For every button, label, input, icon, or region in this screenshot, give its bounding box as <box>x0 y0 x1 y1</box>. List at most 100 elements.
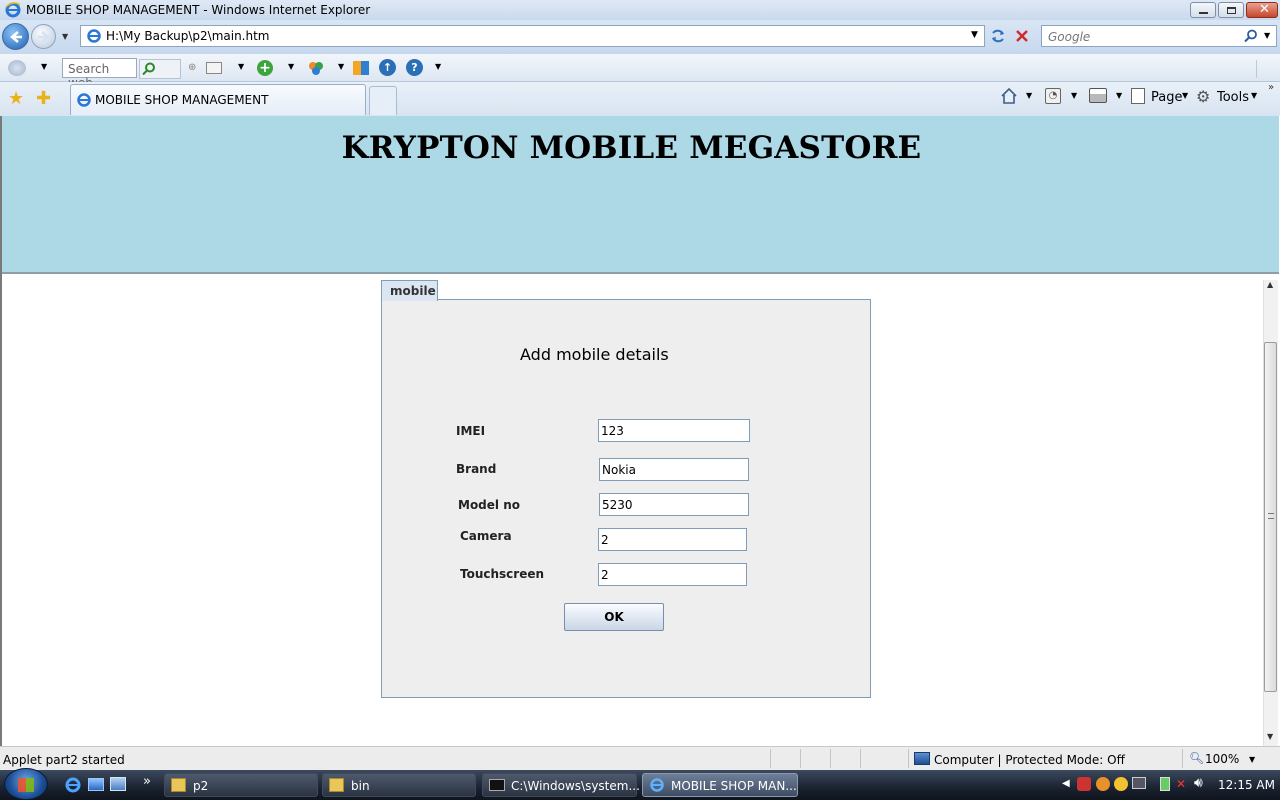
search-options-chevron-icon[interactable]: ▼ <box>1264 31 1270 40</box>
clock[interactable]: 12:15 AM <box>1218 778 1275 792</box>
toolbar-grip-icon <box>1256 60 1274 78</box>
tab-mobile-shop[interactable]: MOBILE SHOP MANAGEMENT <box>70 84 366 115</box>
zoom-chevron-icon[interactable]: ▼ <box>1249 755 1255 764</box>
scroll-up-arrow-icon[interactable]: ▲ <box>1267 280 1273 289</box>
ok-button[interactable]: OK <box>564 603 664 631</box>
address-input[interactable]: H:\My Backup\p2\main.htm ▼ <box>80 25 985 47</box>
address-row: ▼ H:\My Backup\p2\main.htm ▼ Google ▼ <box>0 20 1280 54</box>
refresh-button[interactable] <box>987 25 1009 47</box>
address-dropdown-icon[interactable]: ▼ <box>971 30 978 40</box>
add-favorites-icon[interactable]: ✚ <box>36 88 51 109</box>
zone-text[interactable]: Computer | Protected Mode: Off <box>934 753 1125 767</box>
feeds-icon[interactable]: ◔ <box>1045 88 1061 104</box>
messenger-chevron-icon[interactable]: ▼ <box>338 62 344 71</box>
toolbar-window-chevron-icon[interactable]: ▼ <box>238 62 244 71</box>
status-text: Applet part2 started <box>3 753 125 767</box>
window-title: MOBILE SHOP MANAGEMENT - Windows Interne… <box>26 3 371 17</box>
recent-pages-chevron-icon[interactable]: ▼ <box>62 32 68 41</box>
favorites-star-icon[interactable]: ★ <box>8 88 24 109</box>
more-commands-icon[interactable]: » <box>1268 82 1274 93</box>
page-ie-icon <box>87 29 101 43</box>
computer-zone-icon <box>914 752 930 765</box>
imei-field[interactable]: 123 <box>598 419 750 442</box>
print-chevron-icon[interactable]: ▼ <box>1116 91 1122 100</box>
scroll-down-arrow-icon[interactable]: ▼ <box>1267 732 1273 741</box>
tray-expand-icon[interactable]: ◀ <box>1062 778 1070 789</box>
volume-icon[interactable]: 🔊︎ <box>1194 775 1203 791</box>
zoom-icon[interactable]: 🔍︎ <box>1189 751 1204 765</box>
windows-logo-icon <box>18 778 34 792</box>
status-divider <box>800 749 801 768</box>
feeds-chevron-icon[interactable]: ▼ <box>1071 91 1077 100</box>
minimize-button[interactable] <box>1190 2 1216 18</box>
camera-field[interactable]: 2 <box>598 528 747 551</box>
scroll-grip-icon <box>1268 513 1274 519</box>
home-chevron-icon[interactable]: ▼ <box>1026 91 1032 100</box>
battery-icon[interactable] <box>1160 777 1170 791</box>
toolbar-search-go-button[interactable] <box>139 59 181 79</box>
tools-menu-label[interactable]: Tools <box>1217 90 1249 105</box>
close-button[interactable]: ✕ <box>1246 2 1278 18</box>
print-icon[interactable] <box>1089 88 1107 103</box>
toolbar-window-icon[interactable] <box>206 62 222 74</box>
network-icon[interactable]: ✕ <box>1176 777 1190 791</box>
taskbar-item-bin[interactable]: bin <box>322 773 476 797</box>
tab-row: ★ ✚ MOBILE SHOP MANAGEMENT ▼ ◔ ▼ ▼ Page … <box>0 82 1280 116</box>
new-tab-button[interactable] <box>369 86 397 115</box>
taskbar-item-p2[interactable]: p2 <box>164 773 318 797</box>
show-desktop-icon[interactable] <box>88 778 104 791</box>
search-input[interactable]: Google ▼ <box>1041 25 1277 47</box>
start-button[interactable] <box>4 768 48 800</box>
arrow-up-icon[interactable]: ↑ <box>379 59 396 76</box>
toolbar-search-input[interactable]: Search web... <box>62 58 137 90</box>
add-icon[interactable]: + <box>257 60 273 76</box>
tools-chevron-icon[interactable]: ▼ <box>1251 91 1257 100</box>
scrollbar-thumb[interactable] <box>1264 342 1277 692</box>
page-icon[interactable] <box>1131 88 1145 104</box>
taskbar-item-ie[interactable]: MOBILE SHOP MAN... <box>642 773 798 797</box>
more-quicklaunch-icon[interactable]: » <box>143 774 151 789</box>
touchscreen-label: Touchscreen <box>460 567 545 581</box>
page-menu-label[interactable]: Page <box>1151 90 1182 105</box>
forward-button[interactable] <box>31 24 56 49</box>
tab-mobile-label: mobile <box>390 284 436 298</box>
tiles-icon[interactable] <box>353 61 369 75</box>
toolbar-menu-chevron-icon[interactable]: ▼ <box>41 62 47 71</box>
status-divider <box>1182 749 1183 768</box>
tab-mobile[interactable]: mobile <box>381 280 438 301</box>
toolbar-logo-icon[interactable] <box>8 60 26 76</box>
taskbar-item-label: MOBILE SHOP MAN... <box>671 779 797 793</box>
taskbar-item-cmd[interactable]: C:\Windows\system... <box>482 773 640 797</box>
tray-app-icon[interactable] <box>1114 777 1128 791</box>
zoom-level[interactable]: 100% <box>1205 752 1239 766</box>
folder-icon <box>171 778 186 792</box>
stop-button[interactable] <box>1011 25 1033 47</box>
search-icon[interactable] <box>1244 29 1258 43</box>
tab-ie-icon <box>77 93 91 107</box>
ie-icon <box>650 778 664 792</box>
home-icon[interactable] <box>1000 87 1018 105</box>
tray-app-icon[interactable] <box>1077 777 1091 791</box>
add-chevron-icon[interactable]: ▼ <box>288 62 294 71</box>
model-no-field[interactable]: 5230 <box>599 493 749 516</box>
address-text: H:\My Backup\p2\main.htm <box>106 29 270 43</box>
page-chevron-icon[interactable]: ▼ <box>1182 91 1188 100</box>
help-chevron-icon[interactable]: ▼ <box>435 62 441 71</box>
forward-arrow-icon <box>38 31 50 43</box>
gear-icon[interactable]: ⚙ <box>1196 87 1210 106</box>
help-icon[interactable]: ? <box>406 59 423 76</box>
tray-monitor-icon[interactable] <box>1132 777 1146 789</box>
quicklaunch-ie-icon[interactable] <box>64 776 82 794</box>
toolbar-separator-icon: ⊕ <box>188 62 197 73</box>
switch-windows-icon[interactable] <box>110 777 126 791</box>
restore-button[interactable] <box>1218 2 1244 18</box>
left-border <box>0 116 2 746</box>
brand-label: Brand <box>456 462 497 476</box>
taskbar-item-label: C:\Windows\system... <box>511 779 640 793</box>
tray-app-icon[interactable] <box>1096 777 1110 791</box>
console-icon <box>489 779 505 791</box>
touchscreen-field[interactable]: 2 <box>598 563 747 586</box>
messenger-icon[interactable] <box>307 59 325 77</box>
brand-field[interactable]: Nokia <box>599 458 749 481</box>
back-button[interactable] <box>2 23 29 50</box>
